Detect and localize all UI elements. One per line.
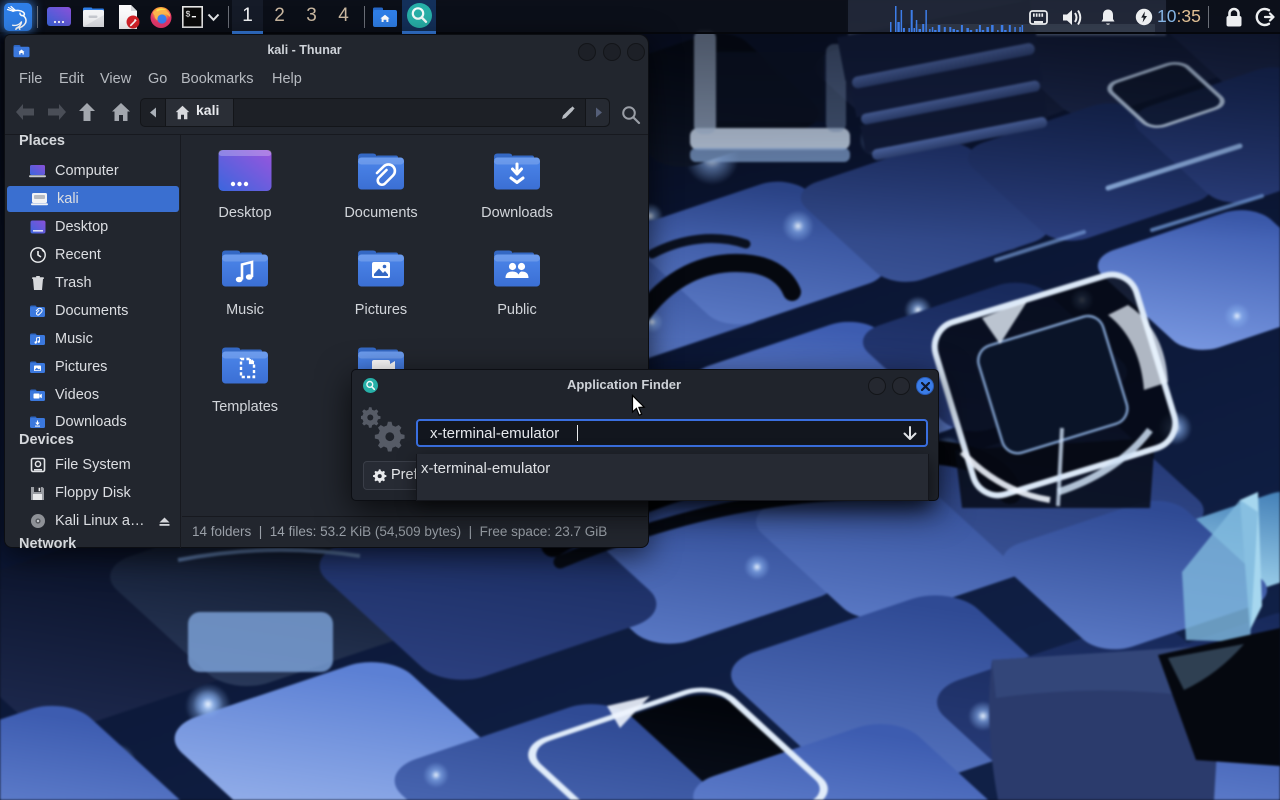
svg-text:$: $ — [185, 10, 190, 20]
